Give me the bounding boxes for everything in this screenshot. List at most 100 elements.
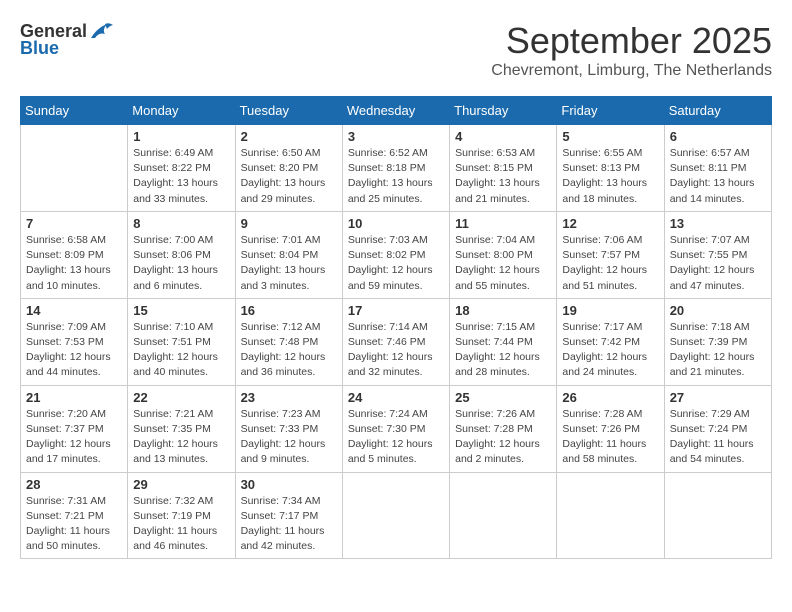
day-info: Sunrise: 7:24 AMSunset: 7:30 PMDaylight:…	[348, 407, 444, 468]
day-cell	[342, 472, 449, 559]
day-number: 17	[348, 303, 444, 318]
day-cell: 4 Sunrise: 6:53 AMSunset: 8:15 PMDaylight…	[450, 125, 557, 212]
day-number: 14	[26, 303, 122, 318]
week-row-3: 14 Sunrise: 7:09 AMSunset: 7:53 PMDayligh…	[21, 298, 772, 385]
day-cell	[450, 472, 557, 559]
day-info: Sunrise: 7:34 AMSunset: 7:17 PMDaylight:…	[241, 494, 337, 555]
day-number: 5	[562, 129, 658, 144]
calendar-body: 1 Sunrise: 6:49 AMSunset: 8:22 PMDaylight…	[21, 125, 772, 559]
day-number: 8	[133, 216, 229, 231]
day-cell: 8 Sunrise: 7:00 AMSunset: 8:06 PMDaylight…	[128, 211, 235, 298]
calendar-title: September 2025	[491, 20, 772, 62]
header-row: SundayMondayTuesdayWednesdayThursdayFrid…	[21, 97, 772, 125]
day-cell: 16 Sunrise: 7:12 AMSunset: 7:48 PMDayligh…	[235, 298, 342, 385]
day-number: 4	[455, 129, 551, 144]
day-info: Sunrise: 6:53 AMSunset: 8:15 PMDaylight:…	[455, 146, 551, 207]
day-cell: 2 Sunrise: 6:50 AMSunset: 8:20 PMDaylight…	[235, 125, 342, 212]
day-info: Sunrise: 6:58 AMSunset: 8:09 PMDaylight:…	[26, 233, 122, 294]
day-info: Sunrise: 7:15 AMSunset: 7:44 PMDaylight:…	[455, 320, 551, 381]
day-info: Sunrise: 7:21 AMSunset: 7:35 PMDaylight:…	[133, 407, 229, 468]
header-cell-friday: Friday	[557, 97, 664, 125]
day-info: Sunrise: 7:23 AMSunset: 7:33 PMDaylight:…	[241, 407, 337, 468]
header-cell-sunday: Sunday	[21, 97, 128, 125]
day-cell: 17Sunrise: 7:14 AMSunset: 7:46 PMDayligh…	[342, 298, 449, 385]
day-cell: 27 Sunrise: 7:29 AMSunset: 7:24 PMDayligh…	[664, 385, 771, 472]
header-cell-saturday: Saturday	[664, 97, 771, 125]
day-number: 11	[455, 216, 551, 231]
day-info: Sunrise: 7:04 AMSunset: 8:00 PMDaylight:…	[455, 233, 551, 294]
day-cell: 19Sunrise: 7:17 AMSunset: 7:42 PMDayligh…	[557, 298, 664, 385]
day-number: 7	[26, 216, 122, 231]
day-info: Sunrise: 6:50 AMSunset: 8:20 PMDaylight:…	[241, 146, 337, 207]
day-number: 3	[348, 129, 444, 144]
day-number: 16	[241, 303, 337, 318]
calendar-table: SundayMondayTuesdayWednesdayThursdayFrid…	[20, 96, 772, 559]
day-cell: 30 Sunrise: 7:34 AMSunset: 7:17 PMDayligh…	[235, 472, 342, 559]
day-number: 6	[670, 129, 766, 144]
day-info: Sunrise: 7:01 AMSunset: 8:04 PMDaylight:…	[241, 233, 337, 294]
day-cell: 21Sunrise: 7:20 AMSunset: 7:37 PMDayligh…	[21, 385, 128, 472]
day-cell: 18 Sunrise: 7:15 AMSunset: 7:44 PMDayligh…	[450, 298, 557, 385]
week-row-1: 1 Sunrise: 6:49 AMSunset: 8:22 PMDaylight…	[21, 125, 772, 212]
week-row-5: 28 Sunrise: 7:31 AMSunset: 7:21 PMDayligh…	[21, 472, 772, 559]
day-cell: 15 Sunrise: 7:10 AMSunset: 7:51 PMDayligh…	[128, 298, 235, 385]
day-number: 15	[133, 303, 229, 318]
day-cell: 6 Sunrise: 6:57 AMSunset: 8:11 PMDaylight…	[664, 125, 771, 212]
day-number: 22	[133, 390, 229, 405]
day-info: Sunrise: 7:17 AMSunset: 7:42 PMDaylight:…	[562, 320, 658, 381]
header-cell-tuesday: Tuesday	[235, 97, 342, 125]
day-info: Sunrise: 7:10 AMSunset: 7:51 PMDaylight:…	[133, 320, 229, 381]
week-row-2: 7 Sunrise: 6:58 AMSunset: 8:09 PMDaylight…	[21, 211, 772, 298]
day-cell: 1 Sunrise: 6:49 AMSunset: 8:22 PMDaylight…	[128, 125, 235, 212]
day-info: Sunrise: 6:49 AMSunset: 8:22 PMDaylight:…	[133, 146, 229, 207]
day-cell: 28 Sunrise: 7:31 AMSunset: 7:21 PMDayligh…	[21, 472, 128, 559]
day-number: 26	[562, 390, 658, 405]
day-cell: 29Sunrise: 7:32 AMSunset: 7:19 PMDayligh…	[128, 472, 235, 559]
day-number: 10	[348, 216, 444, 231]
day-number: 25	[455, 390, 551, 405]
day-number: 18	[455, 303, 551, 318]
day-number: 24	[348, 390, 444, 405]
day-number: 9	[241, 216, 337, 231]
day-info: Sunrise: 7:32 AMSunset: 7:19 PMDaylight:…	[133, 494, 229, 555]
page-header: General Blue September 2025 Chevremont, …	[20, 20, 772, 80]
header-cell-wednesday: Wednesday	[342, 97, 449, 125]
day-number: 28	[26, 477, 122, 492]
day-info: Sunrise: 6:52 AMSunset: 8:18 PMDaylight:…	[348, 146, 444, 207]
day-cell: 22 Sunrise: 7:21 AMSunset: 7:35 PMDayligh…	[128, 385, 235, 472]
week-row-4: 21Sunrise: 7:20 AMSunset: 7:37 PMDayligh…	[21, 385, 772, 472]
header-cell-thursday: Thursday	[450, 97, 557, 125]
calendar-subtitle: Chevremont, Limburg, The Netherlands	[491, 62, 772, 80]
day-info: Sunrise: 6:57 AMSunset: 8:11 PMDaylight:…	[670, 146, 766, 207]
day-info: Sunrise: 7:00 AMSunset: 8:06 PMDaylight:…	[133, 233, 229, 294]
day-cell: 25 Sunrise: 7:26 AMSunset: 7:28 PMDayligh…	[450, 385, 557, 472]
day-info: Sunrise: 7:06 AMSunset: 7:57 PMDaylight:…	[562, 233, 658, 294]
day-cell: 9 Sunrise: 7:01 AMSunset: 8:04 PMDaylight…	[235, 211, 342, 298]
day-info: Sunrise: 7:26 AMSunset: 7:28 PMDaylight:…	[455, 407, 551, 468]
day-number: 2	[241, 129, 337, 144]
day-info: Sunrise: 7:29 AMSunset: 7:24 PMDaylight:…	[670, 407, 766, 468]
day-cell: 20Sunrise: 7:18 AMSunset: 7:39 PMDayligh…	[664, 298, 771, 385]
day-cell: 5 Sunrise: 6:55 AMSunset: 8:13 PMDaylight…	[557, 125, 664, 212]
day-number: 27	[670, 390, 766, 405]
day-number: 20	[670, 303, 766, 318]
day-cell: 26 Sunrise: 7:28 AMSunset: 7:26 PMDayligh…	[557, 385, 664, 472]
day-cell: 3 Sunrise: 6:52 AMSunset: 8:18 PMDaylight…	[342, 125, 449, 212]
day-info: Sunrise: 7:09 AMSunset: 7:53 PMDaylight:…	[26, 320, 122, 381]
day-cell: 10Sunrise: 7:03 AMSunset: 8:02 PMDayligh…	[342, 211, 449, 298]
day-info: Sunrise: 6:55 AMSunset: 8:13 PMDaylight:…	[562, 146, 658, 207]
day-number: 13	[670, 216, 766, 231]
day-info: Sunrise: 7:12 AMSunset: 7:48 PMDaylight:…	[241, 320, 337, 381]
day-cell: 24 Sunrise: 7:24 AMSunset: 7:30 PMDayligh…	[342, 385, 449, 472]
day-number: 30	[241, 477, 337, 492]
day-cell: 14 Sunrise: 7:09 AMSunset: 7:53 PMDayligh…	[21, 298, 128, 385]
logo: General Blue	[20, 20, 115, 59]
day-cell	[664, 472, 771, 559]
day-number: 12	[562, 216, 658, 231]
day-info: Sunrise: 7:31 AMSunset: 7:21 PMDaylight:…	[26, 494, 122, 555]
day-info: Sunrise: 7:28 AMSunset: 7:26 PMDaylight:…	[562, 407, 658, 468]
day-cell: 11 Sunrise: 7:04 AMSunset: 8:00 PMDayligh…	[450, 211, 557, 298]
header-cell-monday: Monday	[128, 97, 235, 125]
day-cell: 13Sunrise: 7:07 AMSunset: 7:55 PMDayligh…	[664, 211, 771, 298]
day-number: 1	[133, 129, 229, 144]
